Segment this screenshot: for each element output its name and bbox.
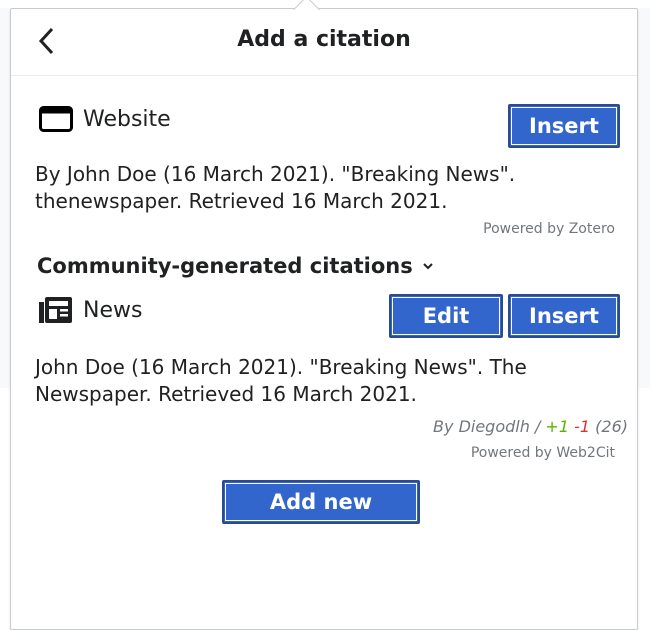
insert-news-button[interactable]: Insert <box>508 294 620 338</box>
dialog-title: Add a citation <box>237 27 411 52</box>
news-citation-line2: Newspaper. Retrieved 16 March 2021. <box>35 382 417 406</box>
dialog-header: Add a citation <box>11 9 637 76</box>
news-citation-text: John Doe (16 March 2021). "Breaking News… <box>35 354 527 408</box>
website-type-row: Website <box>39 105 171 133</box>
citation-dialog: Add a citation Website Insert By John Do… <box>10 0 638 630</box>
citation-meta: By Diegodlh / +1 -1 (26) <box>433 417 628 436</box>
news-type-row: News <box>39 295 142 325</box>
website-citation-text: By John Doe (16 March 2021). "Breaking N… <box>35 161 515 215</box>
background-page-right <box>636 8 650 388</box>
website-type-label: Website <box>83 106 171 132</box>
website-citation-line1: By John Doe (16 March 2021). "Breaking N… <box>35 162 516 186</box>
community-citations-heading: Community-generated citations <box>37 254 413 278</box>
website-icon <box>39 106 73 132</box>
downvote-button[interactable]: -1 <box>574 417 590 436</box>
vote-count: (26) <box>595 417 628 436</box>
chevron-down-icon <box>423 263 433 270</box>
insert-website-button[interactable]: Insert <box>508 104 620 148</box>
news-type-label: News <box>83 297 143 323</box>
news-citation-line1: John Doe (16 March 2021). "Breaking News… <box>35 355 527 379</box>
community-citations-toggle[interactable]: Community-generated citations <box>37 254 435 278</box>
upvote-button[interactable]: +1 <box>545 417 569 436</box>
website-citation-line2: thenewspaper. Retrieved 16 March 2021. <box>35 189 448 213</box>
add-new-button[interactable]: Add new <box>222 480 420 524</box>
background-page-left <box>0 8 10 388</box>
powered-by-web2cit: Powered by Web2Cit <box>470 445 615 461</box>
author-link[interactable]: By Diegodlh / <box>433 417 545 436</box>
newspaper-icon <box>39 297 72 323</box>
edit-news-button[interactable]: Edit <box>389 294 503 338</box>
powered-by-zotero: Powered by Zotero <box>483 221 615 237</box>
